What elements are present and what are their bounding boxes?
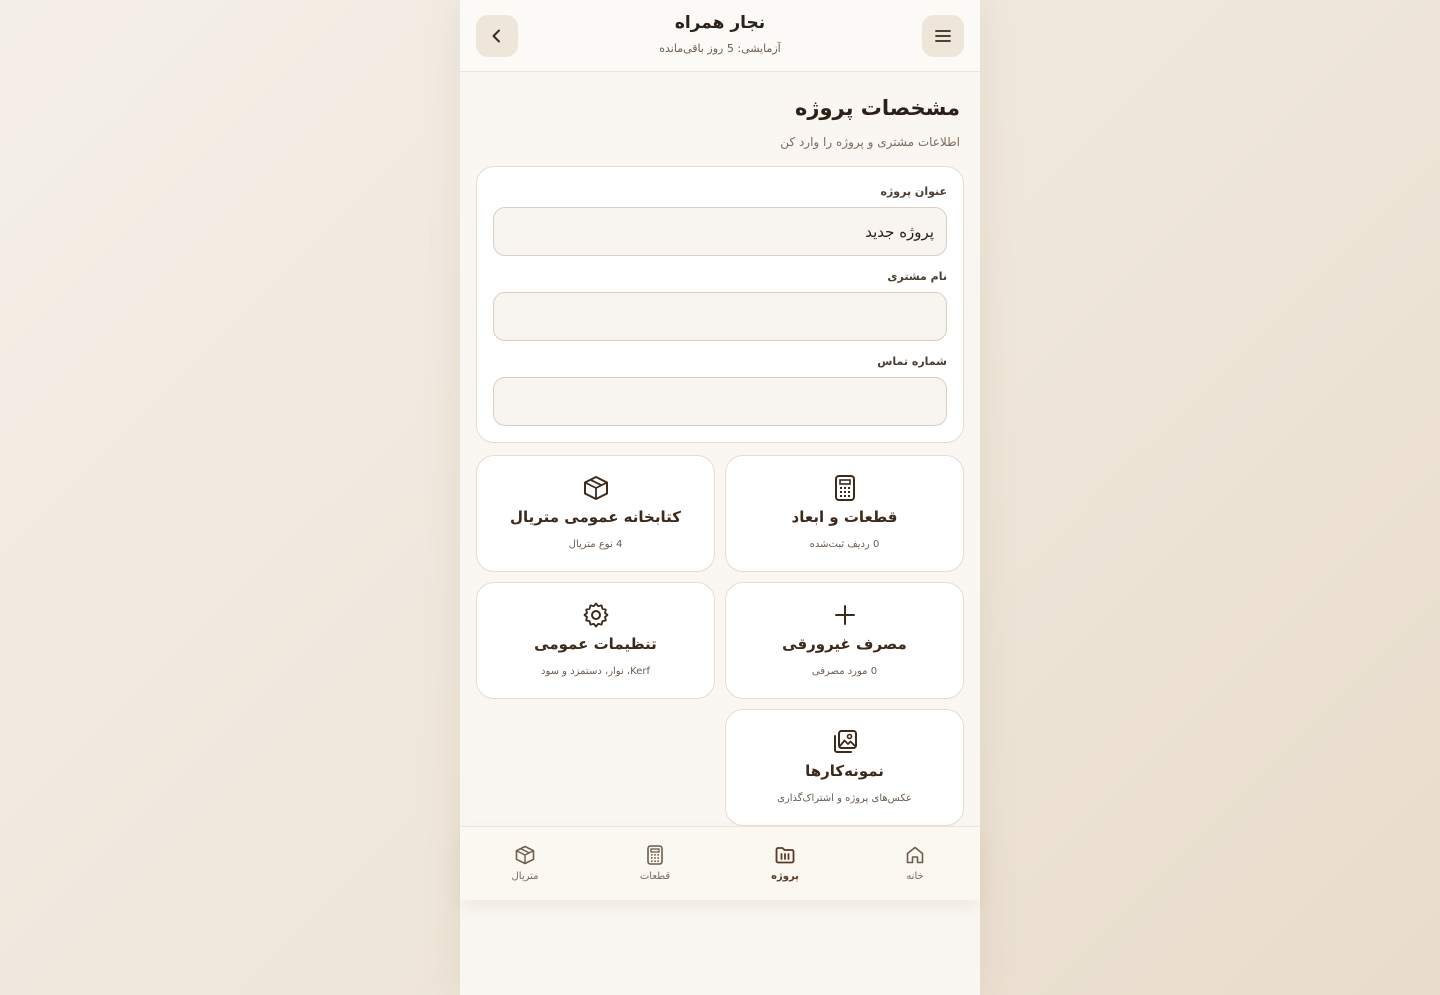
phone-input[interactable] bbox=[493, 377, 947, 426]
home-icon bbox=[906, 846, 924, 864]
app-title: نجار همراه bbox=[674, 13, 766, 33]
nav-label: خانه bbox=[906, 871, 924, 882]
tile-title: نمونه‌کارها bbox=[805, 762, 884, 780]
tile-desc: Kerf، نوار، دستمزد و سود bbox=[541, 666, 650, 677]
tile-portfolio[interactable]: نمونه‌کارها عکس‌های پروژه و اشتراک‌گذاری bbox=[725, 709, 964, 826]
client-name-label: نام مشتری bbox=[887, 270, 947, 283]
bottom-nav: خانه پروژه قطعات متریال bbox=[460, 826, 980, 900]
top-bar: نجار همراه آزمایشی: 5 روز باقی‌مانده bbox=[460, 0, 980, 72]
gear-icon bbox=[583, 602, 608, 628]
page-subtitle: اطلاعات مشتری و پروژه را وارد کن bbox=[780, 135, 960, 149]
phone-label: شماره تماس bbox=[877, 355, 947, 368]
tile-desc: 0 مورد مصرفی bbox=[811, 666, 878, 677]
project-form-card: عنوان پروژه نام مشتری شماره تماس bbox=[476, 166, 964, 443]
nav-item-project[interactable]: پروژه bbox=[720, 827, 850, 901]
client-name-input[interactable] bbox=[493, 292, 947, 341]
project-title-label: عنوان پروژه bbox=[880, 185, 947, 198]
tile-general-settings[interactable]: تنظیمات عمومی Kerf، نوار، دستمزد و سود bbox=[476, 582, 715, 699]
tile-parts-dimensions[interactable]: قطعات و ابعاد 0 ردیف ثبت‌شده bbox=[725, 455, 964, 572]
nav-item-parts[interactable]: قطعات bbox=[590, 827, 720, 901]
nav-item-home[interactable]: خانه bbox=[850, 827, 980, 901]
tile-material-library[interactable]: کتابخانه عمومی متریال 4 نوع متریال bbox=[476, 455, 715, 572]
box-icon bbox=[515, 845, 535, 865]
nav-label: متریال bbox=[511, 871, 539, 882]
nav-item-material[interactable]: متریال bbox=[460, 827, 590, 901]
chevron-left-icon bbox=[492, 29, 500, 43]
gallery-icon bbox=[833, 730, 857, 753]
tile-title: کتابخانه عمومی متریال bbox=[510, 508, 681, 526]
nav-label: قطعات bbox=[639, 871, 671, 882]
project-title-input[interactable] bbox=[493, 207, 947, 256]
tile-title: قطعات و ابعاد bbox=[791, 508, 898, 526]
tile-non-sheet-consumption[interactable]: مصرف غیرورقی 0 مورد مصرفی bbox=[725, 582, 964, 699]
back-button[interactable] bbox=[476, 15, 518, 57]
app-screen: نجار همراه آزمایشی: 5 روز باقی‌مانده مشخ… bbox=[460, 0, 980, 995]
project-icon bbox=[775, 847, 795, 864]
tile-desc: 4 نوع متریال bbox=[568, 539, 623, 550]
tile-title: تنظیمات عمومی bbox=[534, 635, 657, 653]
box-icon bbox=[583, 476, 608, 500]
tile-desc: عکس‌های پروژه و اشتراک‌گذاری bbox=[777, 793, 912, 804]
calculator-icon bbox=[647, 845, 663, 865]
nav-label: پروژه bbox=[771, 871, 799, 882]
tile-desc: 0 ردیف ثبت‌شده bbox=[809, 539, 880, 550]
tile-title: مصرف غیرورقی bbox=[782, 635, 907, 653]
page-title: مشخصات پروژه bbox=[795, 96, 960, 120]
trial-status: آزمایشی: 5 روز باقی‌مانده bbox=[659, 42, 781, 55]
plus-icon bbox=[834, 605, 855, 625]
calculator-icon bbox=[834, 475, 855, 501]
